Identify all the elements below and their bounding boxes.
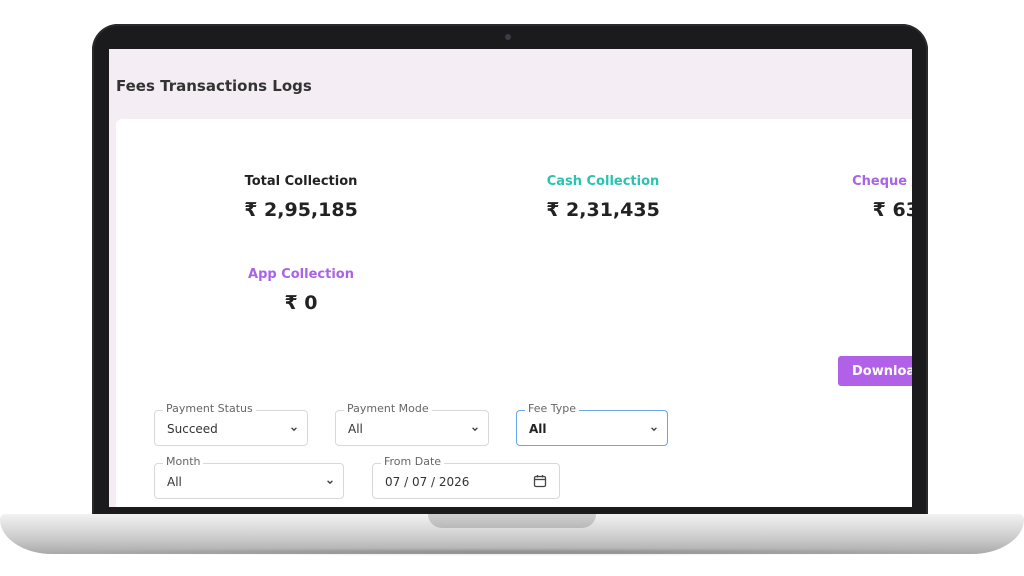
- cash-collection-value: ₹ 2,31,435: [546, 199, 660, 221]
- from-date-value: 07 / 07 / 2026: [385, 475, 470, 489]
- app-collection-stat: App Collection ₹ 0: [201, 267, 401, 314]
- laptop-shadow: [40, 548, 984, 556]
- camera-icon: [505, 34, 511, 40]
- cheque-upi-collection-label: Cheque / UPI C: [852, 174, 912, 189]
- page-title: Fees Transactions Logs: [116, 77, 312, 95]
- chevron-down-icon: [291, 427, 297, 432]
- fee-type-select[interactable]: Fee Type All: [516, 402, 668, 446]
- payment-mode-value: All: [348, 422, 363, 436]
- chevron-down-icon: [472, 427, 478, 432]
- payment-status-value: Succeed: [167, 422, 218, 436]
- payment-status-select[interactable]: Payment Status Succeed: [154, 402, 308, 446]
- download-button[interactable]: Download: [838, 356, 912, 386]
- payment-mode-label: Payment Mode: [344, 402, 432, 415]
- app-screen: Fees Transactions Logs Total Collection …: [109, 49, 912, 507]
- fee-type-label: Fee Type: [525, 402, 580, 415]
- fee-type-value: All: [529, 422, 547, 436]
- chevron-down-icon: [651, 427, 657, 432]
- payment-status-label: Payment Status: [163, 402, 256, 415]
- from-date-input[interactable]: From Date 07 / 07 / 2026: [372, 455, 560, 499]
- total-collection-value: ₹ 2,95,185: [244, 199, 358, 221]
- from-date-label: From Date: [381, 455, 445, 468]
- collection-card: Total Collection ₹ 2,95,185 Cash Collect…: [116, 119, 912, 507]
- total-collection-label: Total Collection: [244, 174, 358, 189]
- cash-collection-stat: Cash Collection ₹ 2,31,435: [503, 174, 703, 221]
- laptop-notch: [428, 514, 596, 528]
- cash-collection-label: Cash Collection: [546, 174, 660, 189]
- total-collection-stat: Total Collection ₹ 2,95,185: [201, 174, 401, 221]
- cheque-upi-collection-stat: Cheque / UPI C ₹ 63,7: [806, 174, 912, 221]
- month-select[interactable]: Month All: [154, 455, 344, 499]
- payment-mode-select[interactable]: Payment Mode All: [335, 402, 489, 446]
- app-collection-label: App Collection: [248, 267, 354, 282]
- chevron-down-icon: [327, 480, 333, 485]
- app-collection-value: ₹ 0: [284, 292, 318, 314]
- calendar-icon[interactable]: [533, 474, 547, 488]
- month-label: Month: [163, 455, 204, 468]
- month-value: All: [167, 475, 182, 489]
- cheque-upi-collection-value: ₹ 63,7: [872, 199, 912, 221]
